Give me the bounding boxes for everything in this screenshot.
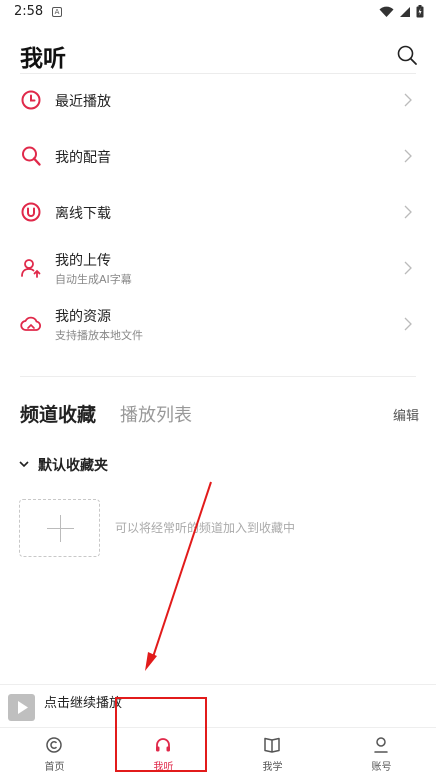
menu-item-label: 我的资源 [55,309,111,325]
bottom-nav: 首页 我听 我学 账号 [0,727,436,775]
menu-item-sublabel: 自动生成AI字幕 [55,273,132,286]
battery-icon [416,5,424,18]
tab-playlist[interactable]: 播放列表 [120,401,192,427]
menu-item-my-resources[interactable]: 我的资源 支持播放本地文件 [0,296,436,352]
menu-item-offline-download[interactable]: 离线下载 [0,184,436,240]
menu-list: 最近播放 我的配音 离线下载 我的上传 自动生成AI字幕 我的资源 支持播放本地… [0,72,436,352]
section-divider [20,376,416,377]
chevron-right-icon [404,261,412,275]
menu-item-recent[interactable]: 最近播放 [0,72,436,128]
wifi-icon [379,6,394,17]
cloud-icon [20,316,42,331]
mini-player[interactable]: 点击继续播放 [0,684,436,727]
search-icon[interactable] [396,44,418,66]
nav-item-learn[interactable]: 我学 [218,728,327,775]
nav-item-listen[interactable]: 我听 [109,728,218,775]
menu-item-label: 最近播放 [55,94,111,110]
collection-tabs: 频道收藏 播放列表 编辑 [0,398,436,430]
nav-label: 我学 [262,762,283,773]
play-button[interactable] [8,694,35,721]
chevron-right-icon [404,317,412,331]
tab-channel-favorites[interactable]: 频道收藏 [20,400,96,427]
status-bar: 2:58 A [0,0,436,26]
nav-label: 账号 [371,762,392,773]
player-text: 点击继续播放 [44,696,123,711]
menu-item-dubbing[interactable]: 我的配音 [0,128,436,184]
chevron-right-icon [404,205,412,219]
user-upload-icon [21,259,41,278]
edit-button[interactable]: 编辑 [393,405,419,424]
header: 我听 [0,36,436,74]
headphones-icon [156,738,170,752]
book-icon [264,737,280,753]
folder-title: 默认收藏夹 [38,458,108,474]
play-icon [18,701,28,714]
chevron-right-icon [404,93,412,107]
menu-item-label: 我的配音 [55,150,111,166]
empty-folder-hint: 可以将经常听的频道加入到收藏中 [115,521,296,535]
signal-icon [400,6,410,17]
nav-label: 首页 [44,762,65,773]
account-icon [374,737,388,753]
menu-item-my-uploads[interactable]: 我的上传 自动生成AI字幕 [0,240,436,296]
chevron-right-icon [404,149,412,163]
menu-item-sublabel: 支持播放本地文件 [55,329,143,342]
nav-item-home[interactable]: 首页 [0,728,109,775]
nav-item-account[interactable]: 账号 [327,728,436,775]
page-title: 我听 [20,46,66,72]
nav-label: 我听 [153,762,174,773]
chevron-down-icon [19,461,29,468]
home-icon [46,737,62,753]
status-icons [379,5,424,18]
download-icon [21,202,41,222]
notification-icon: A [52,7,62,17]
microphone-search-icon [22,146,41,166]
menu-item-label: 离线下载 [55,206,111,222]
clock-icon [21,90,41,110]
status-time: 2:58 [14,4,44,19]
add-channel-button[interactable] [19,499,100,557]
menu-item-label: 我的上传 [55,253,111,269]
